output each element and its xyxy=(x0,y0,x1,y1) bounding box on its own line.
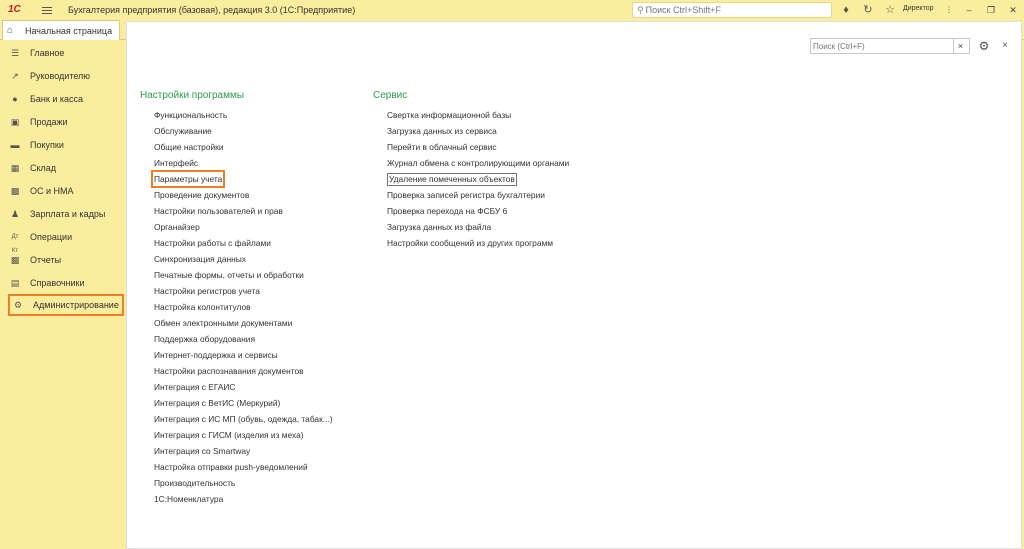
warehouse-icon: ▦ xyxy=(10,163,20,173)
service-link[interactable]: Перейти в облачный сервис xyxy=(387,141,497,153)
clear-search-icon[interactable]: × xyxy=(953,39,967,53)
settings-link[interactable]: Настройки распознавания документов xyxy=(154,365,304,377)
settings-link[interactable]: Обслуживание xyxy=(154,125,212,137)
service-link[interactable]: Журнал обмена с контролирующими органами xyxy=(387,157,569,169)
service-link[interactable]: Удаление помеченных объектов xyxy=(387,173,517,186)
tab-home-label: Начальная страница xyxy=(25,26,113,36)
settings-link[interactable]: Настройки регистров учета xyxy=(154,285,260,297)
sidebar-item-director[interactable]: ↗ Руководителю xyxy=(0,65,126,87)
current-user[interactable]: Директор xyxy=(903,5,934,12)
settings-link[interactable]: Проведение документов xyxy=(154,189,249,201)
settings-link[interactable]: Поддержка оборудования xyxy=(154,333,255,345)
sidebar-item-label: Главное xyxy=(30,48,65,58)
restore-icon[interactable]: ❐ xyxy=(984,3,998,17)
settings-link[interactable]: Интеграция с ЕГАИС xyxy=(154,381,235,393)
bar-chart-icon: ▩ xyxy=(10,255,20,265)
service-link[interactable]: Настройки сообщений из других программ xyxy=(387,237,553,249)
home-icon: ⌂ xyxy=(7,25,14,36)
settings-group-title: Настройки программы xyxy=(140,90,245,101)
panel-search-field[interactable]: × xyxy=(810,38,970,54)
sidebar-item-warehouse[interactable]: ▦ Склад xyxy=(0,157,126,179)
settings-link[interactable]: Интеграция с ИС МП (обувь, одежда, табак… xyxy=(154,413,333,425)
sidebar-item-references[interactable]: ▤ Справочники xyxy=(0,272,126,294)
settings-link[interactable]: Синхронизация данных xyxy=(154,253,246,265)
panel-close-icon[interactable]: × xyxy=(999,38,1011,54)
books-icon: ▤ xyxy=(10,278,20,288)
shopping-bag-icon: ▣ xyxy=(10,117,20,127)
settings-link[interactable]: Производительность xyxy=(154,477,235,489)
settings-link[interactable]: Настройки пользователей и прав xyxy=(154,205,283,217)
sidebar-item-label: Покупки xyxy=(30,140,64,150)
app-title: Бухгалтерия предприятия (базовая), редак… xyxy=(68,5,356,15)
settings-link[interactable]: Настройка колонтитулов xyxy=(154,301,251,313)
sidebar-item-label: Операции xyxy=(30,232,73,242)
service-link[interactable]: Проверка записей регистра бухгалтерии xyxy=(387,189,545,201)
tab-home[interactable]: ⌂ Начальная страница xyxy=(2,20,120,41)
settings-link[interactable]: Функциональность xyxy=(154,109,227,121)
bell-icon[interactable]: ♦ xyxy=(839,3,853,17)
settings-link[interactable]: Интерфейс xyxy=(154,157,198,169)
sidebar-item-administration[interactable]: ⚙ Администрирование xyxy=(8,294,124,316)
sidebar-item-assets[interactable]: ▩ ОС и НМА xyxy=(0,180,126,202)
main-menu-button[interactable] xyxy=(40,3,54,17)
service-link[interactable]: Загрузка данных из сервиса xyxy=(387,125,497,137)
gear-icon: ⚙ xyxy=(13,300,23,310)
more-icon[interactable]: ⋮ xyxy=(942,3,956,17)
sidebar-item-main[interactable]: ☰ Главное xyxy=(0,42,126,64)
content-panel: × ⚙ × Настройки программы Сервис Функцио… xyxy=(126,21,1022,549)
settings-link[interactable]: Параметры учета xyxy=(150,170,226,188)
service-group-title: Сервис xyxy=(373,90,408,101)
settings-link[interactable]: Настройки работы с файлами xyxy=(154,237,271,249)
settings-link[interactable]: Интеграция с ВетИС (Меркурий) xyxy=(154,397,280,409)
service-link[interactable]: Проверка перехода на ФСБУ 6 xyxy=(387,205,507,217)
sidebar-item-label: Склад xyxy=(30,163,57,173)
sidebar-item-label: Зарплата и кадры xyxy=(30,209,106,219)
settings-link[interactable]: Органайзер xyxy=(154,221,200,233)
truck-icon: ▩ xyxy=(10,186,20,196)
menu-lines-icon: ☰ xyxy=(10,48,20,58)
settings-link[interactable]: Общие настройки xyxy=(154,141,224,153)
sidebar-item-label: Справочники xyxy=(30,278,85,288)
sidebar-item-purchases[interactable]: ▬ Покупки xyxy=(0,134,126,156)
trend-up-icon: ↗ xyxy=(11,71,19,81)
sidebar-item-label: Руководителю xyxy=(30,71,91,81)
global-search-field[interactable]: ⚲ xyxy=(632,2,832,18)
sidebar-item-salary[interactable]: ♟ Зарплата и кадры xyxy=(0,203,126,225)
global-search-input[interactable] xyxy=(645,5,826,15)
sidebar: ☰ Главное ↗ Руководителю ● Банк и касса … xyxy=(0,40,126,549)
sidebar-item-sales[interactable]: ▣ Продажи xyxy=(0,111,126,133)
star-icon[interactable]: ☆ xyxy=(883,3,897,17)
history-icon[interactable]: ↻ xyxy=(861,3,875,17)
cart-icon: ▬ xyxy=(10,140,20,150)
coins-icon: ● xyxy=(12,94,18,104)
search-icon: ⚲ xyxy=(637,4,644,15)
sidebar-item-label: Банк и касса xyxy=(30,94,83,104)
service-link[interactable]: Загрузка данных из файла xyxy=(387,221,491,233)
debit-credit-icon: Дт Кт xyxy=(11,234,19,254)
settings-link[interactable]: Интернет-поддержка и сервисы xyxy=(154,349,278,361)
settings-link[interactable]: Настройка отправки push-уведомлений xyxy=(154,461,308,473)
sidebar-item-bank[interactable]: ● Банк и касса xyxy=(0,88,126,110)
sidebar-item-label: Продажи xyxy=(30,117,68,127)
panel-settings-icon[interactable]: ⚙ xyxy=(976,38,992,54)
settings-link[interactable]: Обмен электронными документами xyxy=(154,317,292,329)
hamburger-icon xyxy=(42,6,52,8)
1c-logo: 1С xyxy=(8,4,21,15)
settings-link[interactable]: Интеграция со Smartway xyxy=(154,445,250,457)
settings-link[interactable]: Печатные формы, отчеты и обработки xyxy=(154,269,304,281)
minimize-icon[interactable]: – xyxy=(962,3,976,17)
service-link[interactable]: Свертка информационной базы xyxy=(387,109,511,121)
settings-link[interactable]: Интеграция с ГИСМ (изделия из меха) xyxy=(154,429,304,441)
sidebar-item-label: ОС и НМА xyxy=(30,186,74,196)
settings-link[interactable]: 1С:Номенклатура xyxy=(154,493,223,505)
person-icon: ♟ xyxy=(10,209,20,219)
panel-search-input[interactable] xyxy=(813,41,953,51)
sidebar-item-operations[interactable]: Дт Кт Операции xyxy=(0,226,126,254)
sidebar-item-reports[interactable]: ▩ Отчеты xyxy=(0,249,126,271)
close-window-icon[interactable]: ✕ xyxy=(1006,3,1020,17)
sidebar-item-label: Отчеты xyxy=(30,255,62,265)
sidebar-item-label: Администрирование xyxy=(33,300,119,310)
